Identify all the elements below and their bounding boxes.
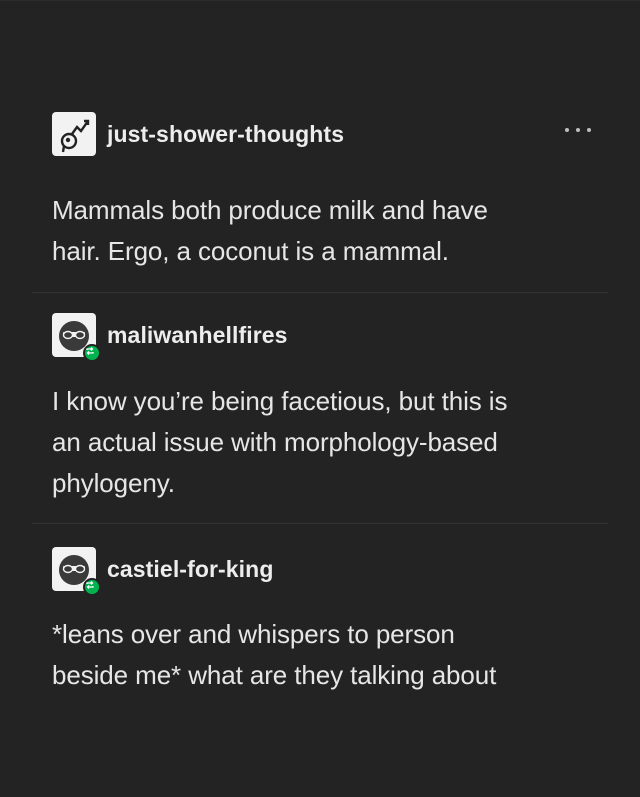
more-horizontal-icon: [565, 128, 569, 132]
tumblr-post: just-shower-thoughts Mammals both produc…: [0, 0, 640, 797]
post-text-reblog-1: I know you’re being facetious, but this …: [52, 386, 508, 498]
username[interactable]: just-shower-thoughts: [107, 121, 344, 148]
post-header-reblog-1: maliwanhellfires: [52, 313, 288, 362]
post-header-original: just-shower-thoughts: [52, 112, 344, 156]
divider: [32, 523, 608, 524]
post-header-reblog-2: castiel-for-king: [52, 547, 273, 596]
divider: [32, 292, 608, 293]
reblog-icon: [86, 581, 94, 589]
more-options-button[interactable]: [565, 123, 591, 137]
avatar[interactable]: [52, 313, 101, 362]
head-with-graph-icon: [60, 119, 90, 153]
post-text-reblog-2: *leans over and whispers to person besid…: [52, 619, 497, 690]
reblog-icon: [86, 347, 94, 355]
avatar[interactable]: [52, 547, 101, 596]
post-text-original: Mammals both produce milk and have hair.…: [52, 195, 488, 266]
reblog-badge: [83, 578, 101, 596]
avatar[interactable]: [52, 112, 96, 156]
reblog-badge: [83, 344, 101, 362]
username[interactable]: castiel-for-king: [107, 556, 273, 583]
username[interactable]: maliwanhellfires: [107, 322, 288, 349]
